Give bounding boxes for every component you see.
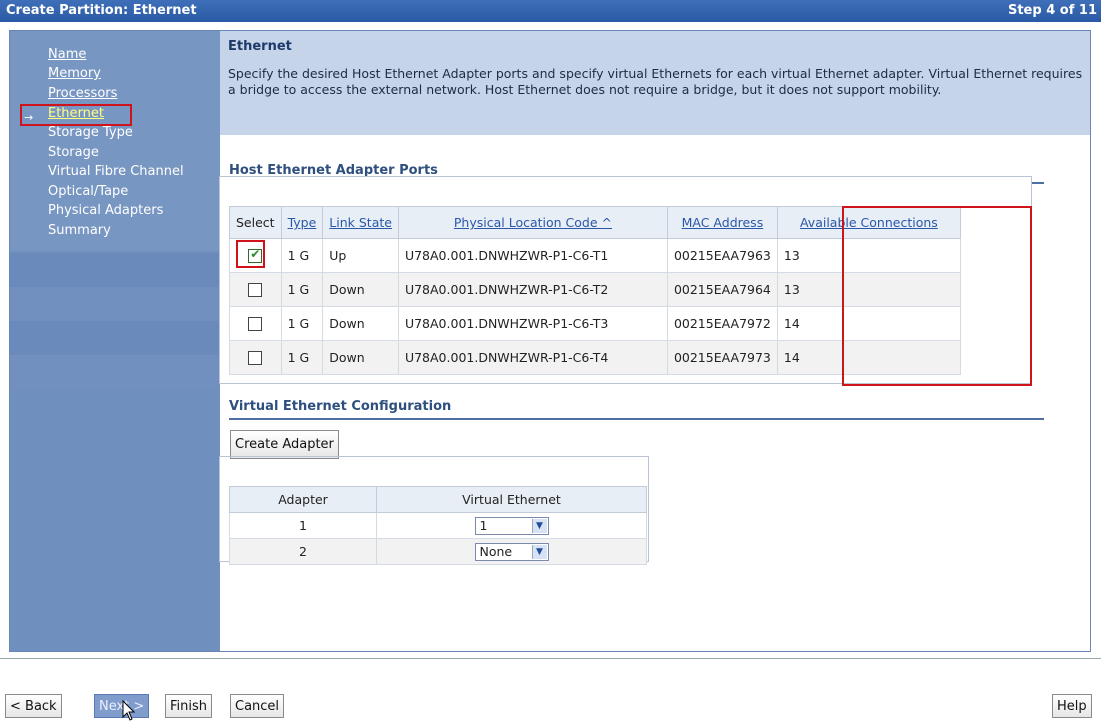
select-value: 1 [479, 517, 488, 533]
page-description: Specify the desired Host Ethernet Adapte… [228, 66, 1083, 97]
cell-link-state: Down [322, 272, 399, 307]
nav-band [10, 253, 220, 287]
col-link-state-link[interactable]: Link State [329, 215, 392, 230]
page-header: Ethernet Specify the desired Host Ethern… [220, 31, 1090, 135]
cell-adapter: 2 [229, 538, 377, 565]
cell-location: U78A0.001.DNWHZWR-P1-C6-T2 [397, 272, 668, 307]
nav-item-virtual-fibre-channel: Virtual Fibre Channel [48, 164, 184, 179]
cell-type: 1 G [280, 272, 324, 307]
row-select-checkbox[interactable] [248, 351, 263, 366]
footer-divider [0, 658, 1101, 659]
cell-location: U78A0.001.DNWHZWR-P1-C6-T1 [397, 238, 668, 273]
ve-section-title: Virtual Ethernet Configuration [229, 399, 1044, 420]
col-virtual-ethernet: Virtual Ethernet [376, 486, 647, 513]
virtual-ethernet-select[interactable]: None ▼ [474, 542, 549, 561]
cell-type: 1 G [280, 306, 324, 341]
cell-mac: 00215EAA7972 [666, 306, 778, 341]
cell-type: 1 G [280, 340, 324, 375]
cell-location: U78A0.001.DNWHZWR-P1-C6-T3 [397, 306, 668, 341]
select-value: None [479, 543, 513, 559]
back-button[interactable]: < Back [5, 694, 62, 718]
cell-mac: 00215EAA7973 [666, 340, 778, 375]
step-indicator: Step 4 of 11 [1007, 3, 1097, 18]
cell-mac: 00215EAA7963 [666, 238, 778, 273]
nav-item-storage-type: Storage Type [48, 125, 133, 140]
ve-table-container: Adapter Virtual Ethernet 1 1 ▼ 2 None ▼ [219, 456, 649, 565]
nav-item-memory[interactable]: Memory [48, 66, 101, 81]
create-adapter-button[interactable]: Create Adapter [230, 430, 339, 459]
nav-item-summary: Summary [48, 223, 111, 238]
virtual-ethernet-select[interactable]: 1 ▼ [474, 516, 549, 535]
cancel-button[interactable]: Cancel [230, 694, 285, 718]
col-type-link[interactable]: Type [288, 215, 317, 230]
help-button[interactable]: Help [1052, 694, 1092, 718]
highlight-box [20, 104, 132, 126]
nav-band [10, 287, 220, 321]
col-mac-link[interactable]: MAC Address [682, 215, 764, 230]
col-location[interactable]: Physical Location Code ^ [397, 206, 668, 239]
cell-location: U78A0.001.DNWHZWR-P1-C6-T4 [397, 340, 668, 375]
col-link-state[interactable]: Link State [322, 206, 399, 239]
cell-adapter: 1 [229, 512, 377, 539]
cell-type: 1 G [280, 238, 324, 273]
cell-virtual-ethernet: None ▼ [376, 538, 647, 565]
col-adapter: Adapter [229, 486, 377, 513]
nav-band [10, 355, 220, 389]
row-select-checkbox[interactable] [248, 317, 263, 332]
nav-item-processors[interactable]: Processors [48, 86, 117, 101]
col-select: Select [229, 206, 282, 239]
window-title: Create Partition: Ethernet [6, 3, 197, 18]
col-type[interactable]: Type [280, 206, 324, 239]
highlight-box [236, 240, 265, 268]
wizard-nav: Name Memory Processors → Ethernet Storag… [10, 31, 220, 651]
nav-item-storage: Storage [48, 145, 99, 160]
col-mac[interactable]: MAC Address [666, 206, 778, 239]
row-select-checkbox[interactable] [248, 283, 263, 298]
table-row: 2 None ▼ [229, 538, 647, 565]
window-titlebar: Create Partition: Ethernet Step 4 of 11 [0, 0, 1101, 22]
page-title: Ethernet [228, 39, 292, 54]
chevron-down-icon: ▼ [531, 544, 547, 559]
chevron-down-icon: ▼ [531, 518, 547, 533]
cell-link-state: Up [322, 238, 399, 273]
col-location-link[interactable]: Physical Location Code ^ [454, 215, 612, 230]
cell-link-state: Down [322, 306, 399, 341]
nav-band [10, 321, 220, 355]
table-row: 1 1 ▼ [229, 512, 647, 539]
nav-item-physical-adapters: Physical Adapters [48, 203, 164, 218]
ve-table: Adapter Virtual Ethernet 1 1 ▼ 2 None ▼ [229, 486, 647, 565]
nav-item-name[interactable]: Name [48, 47, 86, 62]
nav-item-optical-tape: Optical/Tape [48, 184, 129, 199]
cell-mac: 00215EAA7964 [666, 272, 778, 307]
highlight-box [842, 206, 1032, 386]
mouse-pointer-icon [122, 700, 136, 721]
cell-link-state: Down [322, 340, 399, 375]
nav-list [10, 31, 220, 251]
finish-button[interactable]: Finish [165, 694, 213, 718]
cell-virtual-ethernet: 1 ▼ [376, 512, 647, 539]
